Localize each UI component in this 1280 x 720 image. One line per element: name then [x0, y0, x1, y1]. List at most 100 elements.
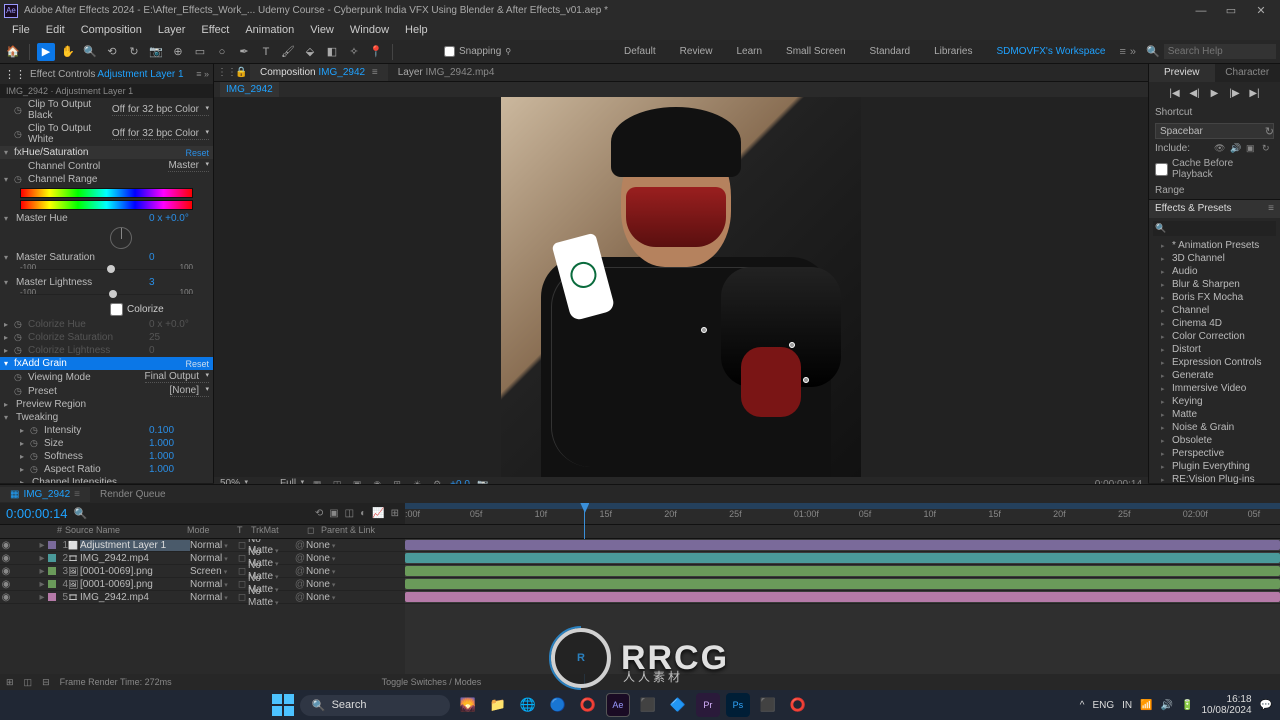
workspace-libraries[interactable]: Libraries [924, 44, 982, 59]
camera-tool[interactable]: 📷 [147, 43, 165, 61]
chrome-icon[interactable]: ⭕ [576, 693, 600, 717]
fx-add-grain[interactable]: ▾fx Add Grain Reset [0, 357, 213, 370]
menu-help[interactable]: Help [397, 22, 436, 40]
blend-mode-dropdown[interactable]: Screen [190, 566, 236, 577]
taskbar-app-icon[interactable]: 🔷 [666, 693, 690, 717]
rotate-tool[interactable]: ↻ [125, 43, 143, 61]
prop-aspect-ratio[interactable]: ▸◷Aspect Ratio1.000 [0, 463, 213, 476]
menu-effect[interactable]: Effect [193, 22, 237, 40]
taskbar-app-icon[interactable]: 🌄 [456, 693, 480, 717]
loop-icon[interactable]: ↻ [1262, 143, 1274, 154]
stopwatch-icon[interactable]: ◷ [14, 386, 26, 397]
intensity-value[interactable]: 0.100 [149, 425, 209, 436]
stopwatch-icon[interactable]: ◷ [30, 451, 42, 462]
layer-track[interactable] [405, 565, 1280, 578]
blend-mode-dropdown[interactable]: Normal [190, 540, 236, 551]
pickwhip-icon[interactable]: @ [294, 592, 306, 603]
draft3d-icon[interactable]: ▣ [329, 508, 338, 519]
tab-composition[interactable]: Composition IMG_2942 ≡ [250, 64, 388, 81]
workspace-more-icon[interactable]: » [1130, 46, 1136, 58]
workspace-menu-icon[interactable]: ≡ [1119, 46, 1125, 58]
colorize-toggle[interactable]: Colorize [0, 301, 213, 318]
composition-viewer[interactable] [214, 97, 1148, 477]
panel-grip-icon[interactable]: ⋮⋮ [217, 67, 229, 78]
prev-frame-button[interactable]: ◀| [1188, 86, 1202, 100]
workspace-small-screen[interactable]: Small Screen [776, 44, 855, 59]
effects-category[interactable]: ▸Perspective [1149, 447, 1280, 460]
parent-dropdown[interactable]: None [306, 540, 352, 551]
battery-icon[interactable]: 🔋 [1181, 700, 1193, 711]
effects-category[interactable]: ▸* Animation Presets [1149, 239, 1280, 252]
label-color[interactable] [48, 554, 56, 562]
workspace-review[interactable]: Review [670, 44, 723, 59]
fx-toggle-icon[interactable]: fx [14, 147, 22, 158]
rectangle-tool[interactable]: ▭ [191, 43, 209, 61]
taskbar-app-icon[interactable]: 🔵 [546, 693, 570, 717]
blend-mode-dropdown[interactable]: Normal [190, 579, 236, 590]
file-explorer-icon[interactable]: 📁 [486, 693, 510, 717]
clip-white-dropdown[interactable]: Off for 32 bpc Color [112, 128, 209, 140]
layer-duration-bar[interactable] [405, 592, 1280, 602]
pickwhip-icon[interactable]: @ [294, 540, 306, 551]
next-frame-button[interactable]: |▶ [1228, 86, 1242, 100]
toggle-switches-modes[interactable]: Toggle Switches / Modes [382, 677, 482, 687]
menu-window[interactable]: Window [342, 22, 397, 40]
graph-editor-icon[interactable]: 📈 [372, 508, 384, 519]
effects-presets-header[interactable]: Effects & Presets ≡ [1149, 200, 1280, 218]
effects-search[interactable]: 🔍 [1153, 221, 1276, 236]
brush-tool[interactable]: 🖌 [279, 43, 297, 61]
effects-category[interactable]: ▸Cinema 4D [1149, 317, 1280, 330]
stopwatch-icon[interactable]: ◷ [14, 372, 26, 383]
preserve-transparency[interactable]: ◻ [236, 579, 248, 590]
preserve-transparency[interactable]: ◻ [236, 566, 248, 577]
toggle-button[interactable]: ⊟ [42, 677, 50, 688]
system-tray[interactable]: ^ ENG IN 📶 🔊 🔋 16:18 10/08/2024 💬 [1080, 694, 1272, 716]
tab-character[interactable]: Character [1215, 64, 1280, 82]
aspect-value[interactable]: 1.000 [149, 464, 209, 475]
selection-tool[interactable]: ▶ [37, 43, 55, 61]
reset-button[interactable]: Reset [185, 148, 209, 158]
visibility-toggle[interactable]: ◉ [0, 553, 12, 564]
parent-dropdown[interactable]: None [306, 579, 352, 590]
label-color[interactable] [48, 567, 56, 575]
layer-row[interactable]: ◉▸5🎞IMG_2942.mp4Normal◻No Matte@None [0, 591, 405, 604]
orbit-tool[interactable]: ⟲ [103, 43, 121, 61]
cache-checkbox[interactable] [1155, 163, 1168, 176]
timeline-tab-render-queue[interactable]: Render Queue [90, 487, 176, 502]
stopwatch-icon[interactable]: ◷ [14, 129, 26, 140]
shy-toggle-icon[interactable]: ⟲ [315, 508, 323, 519]
layer-name[interactable]: [0001-0069].png [80, 566, 190, 577]
track-matte-dropdown[interactable]: No Matte [248, 586, 294, 608]
layer-track[interactable] [405, 578, 1280, 591]
layer-row[interactable]: ◉▸2🎞IMG_2942.mp4Normal◻No Matte@None [0, 552, 405, 565]
toggle-button[interactable]: ◫ [24, 677, 33, 688]
effects-category[interactable]: ▸Expression Controls [1149, 356, 1280, 369]
workspace-custom[interactable]: SDMOVFX's Workspace [986, 44, 1115, 59]
prop-tweaking[interactable]: ▾Tweaking [0, 411, 213, 424]
include-video-icon[interactable]: 👁 [1214, 143, 1226, 154]
prop-softness[interactable]: ▸◷Softness1.000 [0, 450, 213, 463]
prop-channel-control[interactable]: Channel Control Master [0, 159, 213, 173]
visibility-toggle[interactable]: ◉ [0, 592, 12, 603]
effects-category[interactable]: ▸Obsolete [1149, 434, 1280, 447]
timeline-tracks[interactable] [405, 539, 1280, 674]
snapping-toggle[interactable]: Snapping ⚲ [444, 46, 511, 57]
snapping-checkbox[interactable] [444, 46, 455, 57]
parent-dropdown[interactable]: None [306, 553, 352, 564]
blend-mode-dropdown[interactable]: Normal [190, 553, 236, 564]
preserve-transparency[interactable]: ◻ [236, 540, 248, 551]
notifications-icon[interactable]: 💬 [1260, 700, 1272, 711]
timeline-tab-comp[interactable]: ▦ IMG_2942 ≡ [0, 487, 90, 502]
layer-name[interactable]: [0001-0069].png [80, 579, 190, 590]
clone-stamp-tool[interactable]: ⬙ [301, 43, 319, 61]
timeline-layers[interactable]: ◉▸1⬜Adjustment Layer 1Normal◻No Matte@No… [0, 539, 405, 674]
effects-category[interactable]: ▸Immersive Video [1149, 382, 1280, 395]
hue-dial[interactable] [110, 227, 132, 249]
search-help-input[interactable] [1164, 44, 1276, 59]
effect-controls-layer-link[interactable]: Adjustment Layer 1 [97, 69, 183, 80]
stopwatch-icon[interactable]: ◷ [14, 105, 26, 116]
master-hue-value[interactable]: 0 x +0.0° [149, 213, 209, 224]
channel-control-dropdown[interactable]: Master [168, 160, 209, 172]
blend-mode-dropdown[interactable]: Normal [190, 592, 236, 603]
softness-value[interactable]: 1.000 [149, 451, 209, 462]
